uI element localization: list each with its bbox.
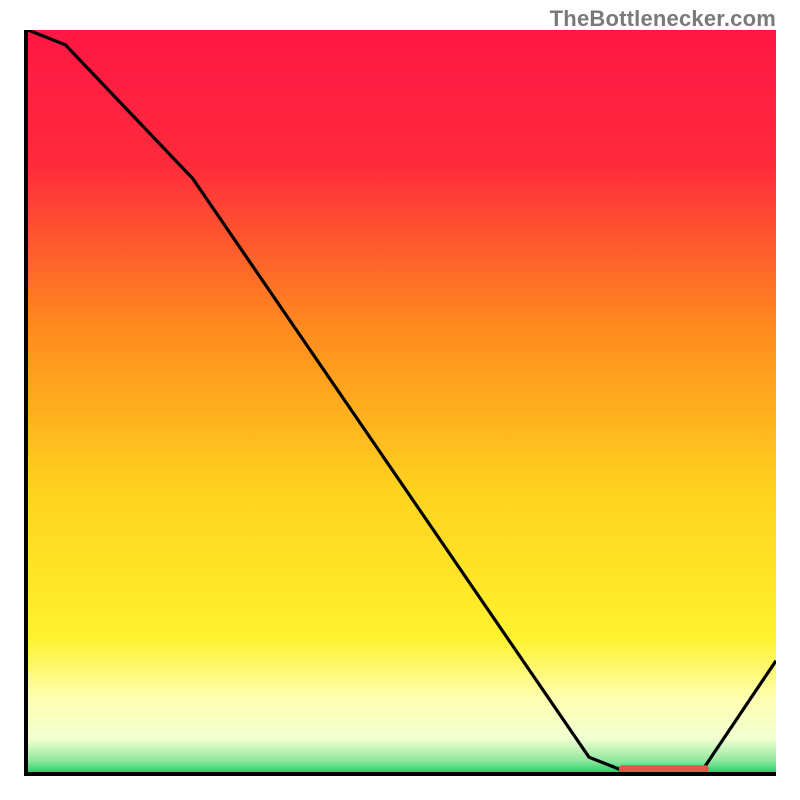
heat-gradient-background	[28, 30, 776, 772]
chart-frame	[24, 30, 776, 776]
optimal-range-marker	[619, 765, 709, 772]
watermark-text: TheBottleneсker.com	[550, 6, 776, 32]
bottleneck-curve-chart	[28, 30, 776, 772]
